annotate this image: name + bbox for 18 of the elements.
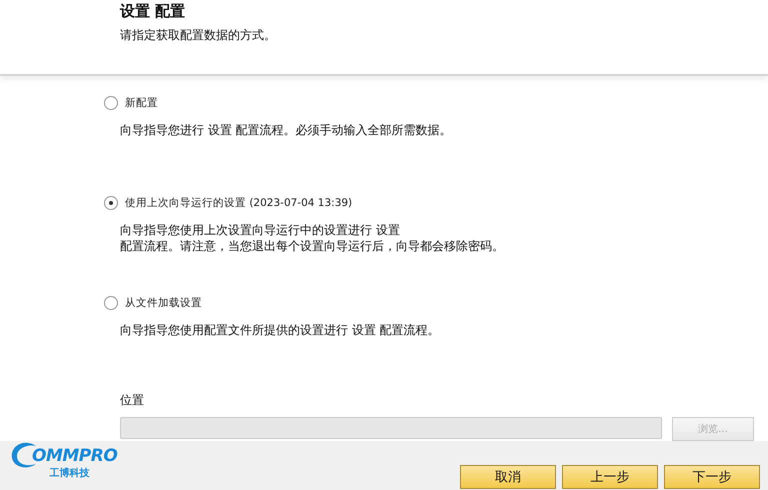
radio-button[interactable] xyxy=(104,96,118,110)
option-description: 向导指导您使用上次设置向导运行中的设置进行 设置 xyxy=(120,222,401,238)
radio-button[interactable] xyxy=(104,196,118,210)
option-label[interactable]: 从文件加载设置 xyxy=(125,296,202,310)
location-label: 位置 xyxy=(120,392,145,410)
option-description: 向导指导您进行 设置 配置流程。必须手动输入全部所需数据。 xyxy=(120,122,453,138)
logo-subtitle: 工博科技 xyxy=(50,466,90,480)
page-subtitle: 请指定获取配置数据的方式。 xyxy=(120,27,277,44)
option-description: 向导指导您使用配置文件所提供的设置进行 设置 配置流程。 xyxy=(120,322,441,338)
option-description: 配置流程。请注意，当您退出每个设置向导运行后，向导都会移除密码。 xyxy=(120,238,505,255)
wizard-button[interactable]: 取消 xyxy=(460,464,556,489)
page-title: 设置 配置 xyxy=(120,2,186,21)
option-label[interactable]: 新配置 xyxy=(125,96,158,110)
logo-wordmark: OMMPRO xyxy=(32,446,118,466)
radio-button[interactable] xyxy=(104,296,118,310)
wizard-button[interactable]: 上一步 xyxy=(562,464,658,489)
wizard-button[interactable]: 下一步 xyxy=(664,464,760,489)
option-label[interactable]: 使用上次向导运行的设置 (2023-07-04 13:39) xyxy=(125,196,352,210)
